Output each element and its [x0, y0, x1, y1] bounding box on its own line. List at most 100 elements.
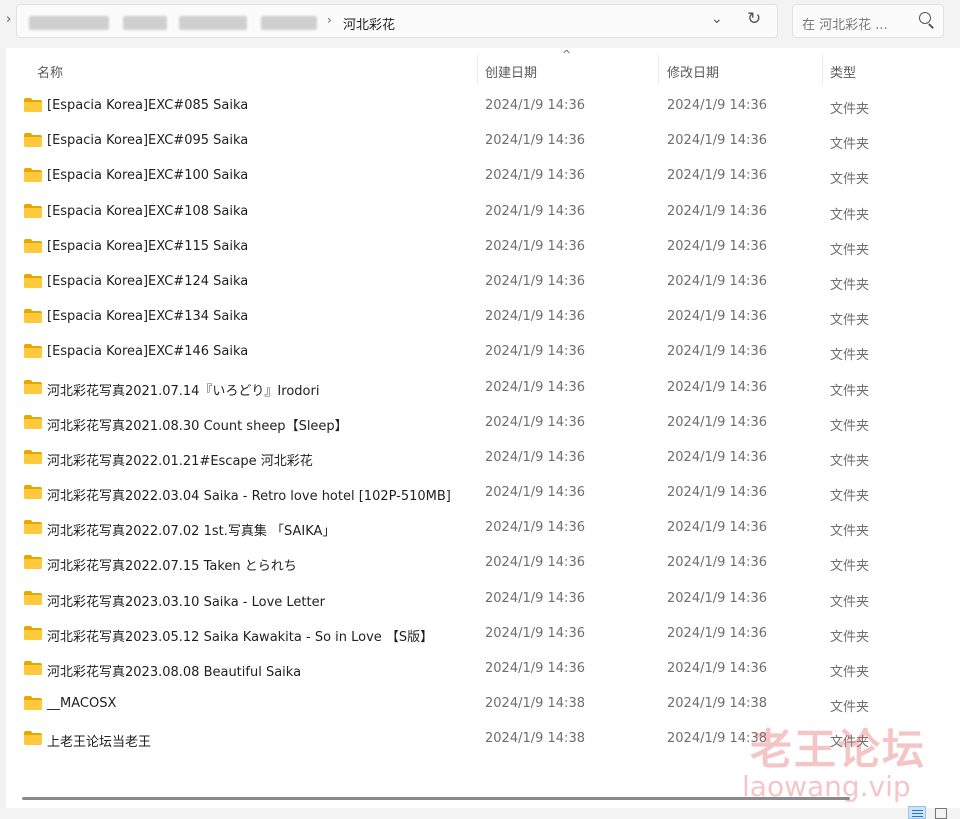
file-row[interactable]: 河北彩花写真2021.07.14『いろどり』Irodori 2024/1/9 14…: [6, 370, 960, 405]
column-header-type[interactable]: 类型: [830, 62, 856, 81]
file-row[interactable]: [Espacia Korea]EXC#134 Saika 2024/1/9 14:…: [6, 299, 960, 334]
blurred-breadcrumb[interactable]: [261, 16, 317, 30]
search-placeholder: 在 河北彩花 ...: [802, 18, 888, 33]
blurred-breadcrumb[interactable]: [29, 16, 109, 30]
file-row[interactable]: [Espacia Korea]EXC#108 Saika 2024/1/9 14:…: [6, 194, 960, 229]
file-row[interactable]: [Espacia Korea]EXC#085 Saika 2024/1/9 14:…: [6, 88, 960, 123]
file-modified-date: 2024/1/9 14:36: [667, 520, 767, 536]
folder-icon: [24, 379, 42, 394]
breadcrumb-separator[interactable]: ›: [327, 13, 332, 27]
column-header-name[interactable]: 名称: [37, 62, 63, 81]
search-icon[interactable]: [919, 12, 934, 29]
file-name[interactable]: __MACOSX: [47, 696, 116, 711]
column-header-modified[interactable]: 修改日期: [667, 62, 719, 81]
file-name[interactable]: 河北彩花写真2022.03.04 Saika - Retro love hote…: [47, 485, 451, 504]
file-name[interactable]: 上老王论坛当老王: [47, 731, 151, 750]
file-type: 文件夹: [830, 665, 870, 680]
chevron-right-icon[interactable]: ›: [6, 12, 11, 27]
file-type: 文件夹: [830, 418, 870, 434]
file-created-date: 2024/1/9 14:36: [485, 485, 585, 501]
file-modified-date: 2024/1/9 14:36: [667, 168, 767, 184]
file-row[interactable]: 河北彩花写真2022.01.21#Escape 河北彩花 2024/1/9 14:…: [6, 440, 960, 475]
file-name[interactable]: [Espacia Korea]EXC#085 Saika: [47, 98, 248, 113]
file-name[interactable]: [Espacia Korea]EXC#100 Saika: [47, 168, 248, 183]
refresh-icon[interactable]: ↻: [747, 9, 761, 29]
file-row[interactable]: [Espacia Korea]EXC#115 Saika 2024/1/9 14:…: [6, 229, 960, 264]
file-type: 文件夹: [830, 489, 870, 505]
folder-icon: [24, 696, 42, 711]
folder-icon: [24, 309, 42, 324]
file-type: 文件夹: [830, 453, 870, 469]
file-name[interactable]: [Espacia Korea]EXC#108 Saika: [47, 204, 248, 219]
watermark-text: 老王论坛: [750, 725, 927, 774]
chevron-down-icon[interactable]: ⌄: [711, 11, 723, 27]
file-name[interactable]: [Espacia Korea]EXC#095 Saika: [47, 133, 248, 148]
file-created-date: 2024/1/9 14:36: [485, 625, 585, 641]
file-created-date: 2024/1/9 14:36: [485, 98, 585, 113]
details-view-icon[interactable]: [908, 806, 926, 819]
folder-icon: [24, 555, 42, 570]
file-row[interactable]: [Espacia Korea]EXC#146 Saika 2024/1/9 14:…: [6, 334, 960, 369]
breadcrumb-current-folder[interactable]: 河北彩花: [343, 14, 395, 33]
file-name[interactable]: 河北彩花写真2023.03.10 Saika - Love Letter: [47, 591, 325, 610]
file-modified-date: 2024/1/9 14:36: [667, 238, 767, 254]
file-row[interactable]: 河北彩花写真2023.05.12 Saika Kawakita - So in …: [6, 616, 960, 651]
file-type: 文件夹: [830, 242, 870, 258]
file-modified-date: 2024/1/9 14:36: [667, 133, 767, 149]
address-bar[interactable]: › 河北彩花 ⌄ ↻: [16, 4, 778, 38]
file-name[interactable]: [Espacia Korea]EXC#146 Saika: [47, 344, 248, 359]
horizontal-scrollbar[interactable]: [22, 797, 850, 800]
file-type: 文件夹: [830, 559, 870, 575]
file-created-date: 2024/1/9 14:38: [485, 731, 585, 747]
blurred-breadcrumb[interactable]: [123, 16, 167, 30]
column-divider[interactable]: [477, 54, 478, 84]
file-row[interactable]: 河北彩花写真2022.07.02 1st.写真集 「SAIKA」 2024/1/9…: [6, 510, 960, 545]
file-name[interactable]: 河北彩花写真2023.05.12 Saika Kawakita - So in …: [47, 626, 433, 645]
column-header-created[interactable]: 创建日期: [485, 62, 537, 81]
column-divider[interactable]: [658, 54, 659, 84]
file-created-date: 2024/1/9 14:36: [485, 273, 585, 289]
column-divider[interactable]: [822, 54, 823, 84]
file-row[interactable]: [Espacia Korea]EXC#095 Saika 2024/1/9 14:…: [6, 123, 960, 158]
folder-icon: [24, 273, 42, 288]
file-modified-date: 2024/1/9 14:36: [667, 203, 767, 219]
file-name[interactable]: 河北彩花写真2021.08.30 Count sheep【Sleep】: [47, 415, 348, 434]
file-type: 文件夹: [830, 594, 870, 610]
file-name[interactable]: [Espacia Korea]EXC#124 Saika: [47, 274, 248, 289]
file-modified-date: 2024/1/9 14:36: [667, 555, 767, 571]
file-row[interactable]: 河北彩花写真2021.08.30 Count sheep【Sleep】 2024/…: [6, 405, 960, 440]
blurred-breadcrumb[interactable]: [179, 16, 247, 30]
file-created-date: 2024/1/9 14:36: [485, 344, 585, 360]
folder-icon: [24, 520, 42, 535]
file-created-date: 2024/1/9 14:36: [485, 449, 585, 465]
file-name[interactable]: 河北彩花写真2023.08.08 Beautiful Saika: [47, 661, 301, 680]
file-modified-date: 2024/1/9 14:36: [667, 661, 767, 676]
file-row[interactable]: [Espacia Korea]EXC#124 Saika 2024/1/9 14:…: [6, 264, 960, 299]
file-modified-date: 2024/1/9 14:36: [667, 98, 767, 113]
file-name[interactable]: [Espacia Korea]EXC#134 Saika: [47, 309, 248, 324]
file-name[interactable]: 河北彩花写真2022.07.02 1st.写真集 「SAIKA」: [47, 520, 335, 539]
file-type: 文件夹: [830, 383, 870, 399]
file-row[interactable]: 河北彩花写真2022.03.04 Saika - Retro love hote…: [6, 475, 960, 510]
file-row[interactable]: 河北彩花写真2022.07.15 Taken とられち 2024/1/9 14:3…: [6, 545, 960, 580]
watermark-url: laowang.vip: [742, 770, 911, 803]
tiles-view-icon[interactable]: [935, 808, 947, 819]
file-name[interactable]: 河北彩花写真2021.07.14『いろどり』Irodori: [47, 380, 319, 399]
file-row[interactable]: [Espacia Korea]EXC#100 Saika 2024/1/9 14:…: [6, 158, 960, 193]
folder-icon: [24, 661, 42, 675]
file-type: 文件夹: [830, 629, 870, 645]
file-type: 文件夹: [830, 172, 870, 188]
file-name[interactable]: 河北彩花写真2022.01.21#Escape 河北彩花: [47, 450, 313, 469]
file-type: 文件夹: [830, 277, 870, 293]
file-created-date: 2024/1/9 14:36: [485, 238, 585, 254]
file-modified-date: 2024/1/9 14:36: [667, 625, 767, 641]
file-created-date: 2024/1/9 14:36: [485, 133, 585, 149]
file-row[interactable]: 河北彩花写真2023.08.08 Beautiful Saika 2024/1/9…: [6, 651, 960, 686]
folder-icon: [24, 344, 42, 359]
file-name[interactable]: [Espacia Korea]EXC#115 Saika: [47, 239, 248, 254]
search-input[interactable]: 在 河北彩花 ...: [792, 4, 944, 38]
file-row[interactable]: 河北彩花写真2023.03.10 Saika - Love Letter 2024…: [6, 581, 960, 616]
file-name[interactable]: 河北彩花写真2022.07.15 Taken とられち: [47, 555, 297, 574]
folder-icon: [24, 133, 42, 148]
file-created-date: 2024/1/9 14:38: [485, 696, 585, 712]
